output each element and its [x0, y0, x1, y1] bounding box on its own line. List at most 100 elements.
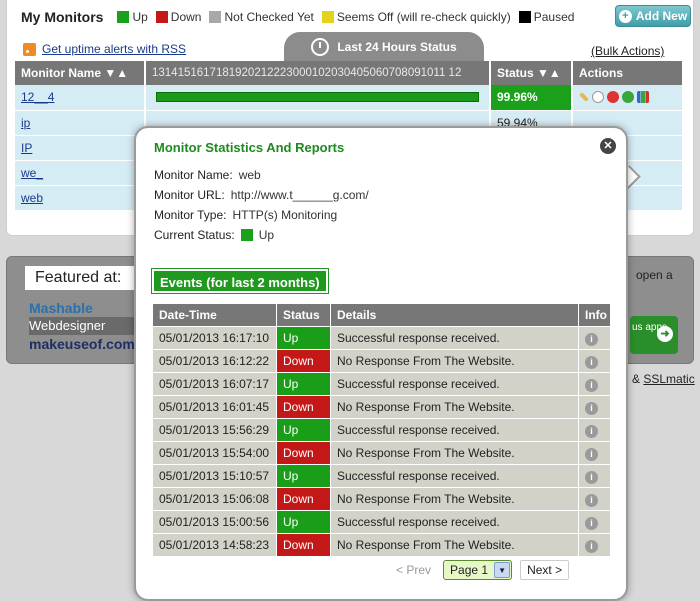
- header-row: My Monitors Up Down Not Checked Yet Seem…: [21, 9, 582, 25]
- col-status-label: Status: [497, 66, 534, 80]
- event-details: No Response From The Website.: [330, 349, 579, 373]
- prev-page-button[interactable]: < Prev: [392, 561, 435, 579]
- add-new-label: Add New: [635, 9, 688, 23]
- chevron-down-icon[interactable]: ▼: [494, 562, 511, 578]
- edit-icon[interactable]: [579, 92, 589, 103]
- col-hours: 1314151617181920212223000102030405060708…: [145, 61, 491, 85]
- col-status[interactable]: Status ▼▲: [490, 61, 573, 85]
- close-icon[interactable]: ✕: [600, 138, 616, 154]
- col-datetime: Date-Time: [152, 303, 277, 327]
- info-icon[interactable]: i: [585, 493, 598, 507]
- legend-label: Seems Off (will re-check quickly): [336, 10, 511, 24]
- rss-row: Get uptime alerts with RSS: [23, 42, 186, 56]
- col-status: Status: [276, 303, 331, 327]
- mashable-logo[interactable]: Mashable: [29, 299, 139, 317]
- col-monitor-name[interactable]: Monitor Name ▼▲: [15, 61, 146, 85]
- events-title: Events (for last 2 months): [151, 268, 329, 294]
- sort-icon[interactable]: ▼▲: [537, 66, 561, 80]
- legend-label: Up: [132, 10, 148, 24]
- ssl-prefix: &: [632, 372, 641, 386]
- event-datetime: 05/01/2013 15:00:56: [152, 510, 277, 534]
- info-icon[interactable]: i: [585, 378, 598, 392]
- monitor-link[interactable]: IP: [21, 141, 32, 155]
- chart-icon[interactable]: [637, 91, 649, 104]
- pagination: < Prev Page 1 ▼ Next >: [392, 560, 570, 580]
- rss-link[interactable]: Get uptime alerts with RSS: [42, 42, 186, 56]
- add-new-button[interactable]: + Add New: [615, 5, 691, 27]
- event-details: Successful response received.: [330, 326, 579, 350]
- event-datetime: 05/01/2013 14:58:23: [152, 533, 277, 557]
- event-status: Up: [276, 418, 331, 442]
- info-value: HTTP(s) Monitoring: [232, 208, 338, 222]
- event-info-cell: i: [578, 464, 611, 488]
- col-monitor-name-label: Monitor Name: [21, 66, 102, 80]
- event-row: 05/01/2013 16:12:22 Down No Response From …: [152, 349, 611, 373]
- status-up-swatch: [240, 229, 253, 241]
- delete-icon[interactable]: [607, 91, 619, 104]
- event-details: No Response From The Website.: [330, 533, 579, 557]
- event-info-cell: i: [578, 441, 611, 465]
- monitor-link[interactable]: web: [21, 191, 43, 205]
- event-row: 05/01/2013 14:58:23 Down No Response From …: [152, 533, 611, 557]
- featured-logos: Mashable Webdesigner makeuseof.com: [29, 299, 139, 353]
- monitor-link[interactable]: 12__4: [21, 90, 54, 104]
- next-page-button[interactable]: Next >: [520, 560, 570, 580]
- event-status: Up: [276, 326, 331, 350]
- info-icon[interactable]: i: [585, 470, 598, 484]
- event-details: No Response From The Website.: [330, 395, 579, 419]
- info-label: Monitor Name:: [154, 168, 233, 182]
- rss-icon: [23, 42, 36, 56]
- event-datetime: 05/01/2013 16:01:45: [152, 395, 277, 419]
- info-monitor-name: Monitor Name: web: [154, 165, 369, 185]
- event-details: Successful response received.: [330, 464, 579, 488]
- event-datetime: 05/01/2013 16:12:22: [152, 349, 277, 373]
- legend-seems-off: Seems Off (will re-check quickly): [321, 10, 511, 24]
- info-monitor-url: Monitor URL: http://www.t______g.com/: [154, 185, 369, 205]
- monitor-link[interactable]: we_: [21, 166, 43, 180]
- info-icon[interactable]: i: [585, 447, 598, 461]
- info-icon[interactable]: i: [585, 355, 598, 369]
- event-row: 05/01/2013 16:07:17 Up Successful response…: [152, 372, 611, 396]
- info-icon[interactable]: i: [585, 401, 598, 415]
- plus-icon: +: [618, 9, 632, 23]
- info-monitor-type: Monitor Type: HTTP(s) Monitoring: [154, 205, 369, 225]
- page-select[interactable]: Page 1 ▼: [443, 560, 513, 580]
- monitor-name-cell: web: [15, 185, 146, 211]
- bulk-actions-link[interactable]: (Bulk Actions): [591, 44, 664, 58]
- sort-icon[interactable]: ▼▲: [104, 66, 128, 80]
- side-open-text: open a: [636, 268, 673, 282]
- event-details: No Response From The Website.: [330, 441, 579, 465]
- info-icon[interactable]: i: [585, 332, 598, 346]
- table-row: 12__4 99.96%: [15, 85, 684, 111]
- makeuseof-logo[interactable]: makeuseof.com: [29, 335, 139, 353]
- monitor-name-cell: we_: [15, 160, 146, 186]
- apps-button[interactable]: us apps ➜: [630, 316, 678, 354]
- event-info-cell: i: [578, 533, 611, 557]
- event-status: Up: [276, 372, 331, 396]
- legend-swatch-not-checked: [209, 11, 222, 23]
- legend-swatch-paused: [518, 11, 531, 23]
- info-icon[interactable]: i: [585, 424, 598, 438]
- event-status: Down: [276, 487, 331, 511]
- event-datetime: 05/01/2013 15:10:57: [152, 464, 277, 488]
- event-datetime: 05/01/2013 15:54:00: [152, 441, 277, 465]
- event-row: 05/01/2013 16:01:45 Down No Response From …: [152, 395, 611, 419]
- pause-icon[interactable]: [592, 91, 604, 104]
- event-details: Successful response received.: [330, 510, 579, 534]
- event-datetime: 05/01/2013 15:56:29: [152, 418, 277, 442]
- webdesigner-logo[interactable]: Webdesigner: [29, 317, 139, 335]
- event-status: Up: [276, 464, 331, 488]
- monitor-link[interactable]: ip: [21, 116, 30, 130]
- status-cell: 99.96%: [490, 85, 573, 111]
- event-details: No Response From The Website.: [330, 487, 579, 511]
- event-row: 05/01/2013 15:00:56 Up Successful response…: [152, 510, 611, 534]
- refresh-icon[interactable]: [622, 91, 634, 104]
- uptime-bar[interactable]: [156, 92, 479, 103]
- legend-swatch-seems-off: [321, 11, 334, 23]
- info-icon[interactable]: i: [585, 516, 598, 530]
- ssl-text: & SSLmatic: [632, 372, 695, 386]
- status24-label: Last 24 Hours Status: [337, 40, 457, 54]
- info-icon[interactable]: i: [585, 539, 598, 553]
- info-label: Current Status:: [154, 228, 235, 242]
- sslmatic-link[interactable]: SSLmatic: [643, 372, 694, 386]
